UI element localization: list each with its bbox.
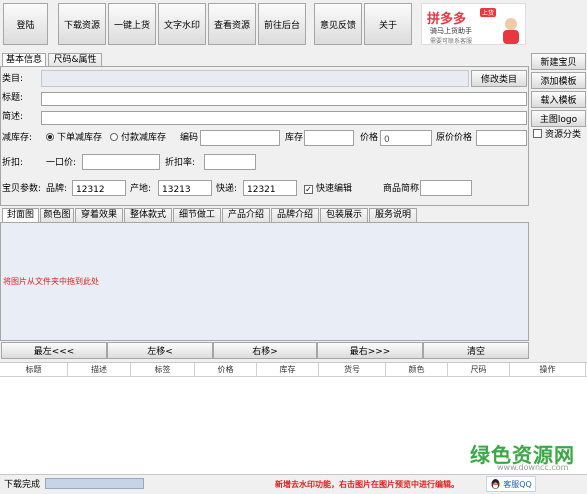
- column-header[interactable]: 描述: [68, 363, 131, 377]
- image-tab-5[interactable]: 产品介绍: [222, 208, 270, 222]
- customer-service-qq-button[interactable]: 客服QQ: [486, 476, 536, 492]
- status-text: 下载完成: [4, 480, 41, 490]
- column-header[interactable]: 标题: [0, 363, 68, 377]
- ad-figure-icon: [503, 18, 519, 44]
- product-short-name-input[interactable]: [420, 180, 472, 196]
- column-header[interactable]: 操作: [510, 363, 586, 377]
- status-progress-bar: [45, 478, 144, 489]
- column-header[interactable]: 尺码: [448, 363, 510, 377]
- stock-mode-label: 减库存:: [2, 133, 33, 143]
- ad-banner[interactable]: 拼多多 上货 骑马上货助手 需要可联系客服: [421, 3, 526, 45]
- qq-penguin-icon: [491, 479, 500, 489]
- inventory-input[interactable]: [304, 130, 354, 146]
- checkbox-unchecked-icon: [533, 129, 542, 138]
- image-drop-area[interactable]: 将图片从文件夹中拖到此处: [0, 222, 529, 341]
- login-button[interactable]: 登陆: [3, 3, 48, 45]
- column-header[interactable]: 价格: [195, 363, 257, 377]
- price-input[interactable]: 0: [380, 130, 432, 146]
- fixed-price-label: 一口价:: [46, 158, 77, 168]
- code-input[interactable]: [200, 130, 280, 146]
- main-image-logo-button[interactable]: 主图logo: [531, 110, 586, 127]
- one-click-upload-button[interactable]: 一键上货: [108, 3, 156, 45]
- discount-rate-input[interactable]: [204, 154, 256, 170]
- express-label: 快递:: [216, 184, 238, 194]
- image-tab-0[interactable]: 封面图: [2, 208, 39, 222]
- move-far-left-button[interactable]: 最左<<<: [1, 342, 107, 359]
- pdd-logo-text: 拼多多: [427, 12, 467, 27]
- move-left-button[interactable]: 左移<: [107, 342, 213, 359]
- image-tab-1[interactable]: 颜色图: [40, 208, 74, 222]
- watermark-url-text: www.downcc.com: [497, 463, 569, 472]
- description-label: 简述:: [2, 112, 24, 122]
- original-price-input[interactable]: [476, 130, 527, 146]
- discount-label: 折扣:: [2, 158, 24, 168]
- quick-edit-checkbox[interactable]: ✓ 快速编辑: [304, 182, 352, 196]
- ad-line1: 骑马上货助手: [430, 27, 472, 35]
- origin-label: 产地:: [130, 184, 152, 194]
- status-notice: 新增去水印功能，右击图片在图片预览中进行编辑。: [275, 480, 459, 489]
- item-params-label: 宝贝参数:: [2, 184, 42, 194]
- text-watermark-button[interactable]: 文字水印: [158, 3, 206, 45]
- load-template-button[interactable]: 载入模板: [531, 91, 586, 108]
- stock-option-on-payment[interactable]: 付款减库存: [110, 131, 166, 145]
- express-input[interactable]: 12321: [243, 180, 297, 196]
- drop-hint-text: 将图片从文件夹中拖到此处: [3, 277, 99, 286]
- tab-size-attributes[interactable]: 尺码&属性: [48, 53, 102, 67]
- move-right-button[interactable]: 右移>: [213, 342, 317, 359]
- brand-label: 品牌:: [46, 184, 68, 194]
- image-tab-6[interactable]: 品牌介绍: [271, 208, 319, 222]
- code-label: 编码: [180, 133, 199, 143]
- description-input[interactable]: [41, 111, 527, 125]
- column-header[interactable]: 颜色: [386, 363, 448, 377]
- table-header-row: 标题 描述 标签 价格 库存 货号 颜色 尺码 操作: [0, 363, 587, 377]
- column-header[interactable]: 库存: [257, 363, 319, 377]
- category-label: 类目:: [2, 74, 24, 84]
- discount-rate-label: 折扣率:: [165, 158, 196, 168]
- tab-basic-info[interactable]: 基本信息: [2, 53, 46, 67]
- image-tab-8[interactable]: 服务说明: [369, 208, 417, 222]
- title-label: 标题:: [2, 93, 24, 103]
- title-input[interactable]: [41, 92, 527, 106]
- image-tab-7[interactable]: 包装展示: [320, 208, 368, 222]
- about-button[interactable]: 关于: [364, 3, 412, 45]
- ad-badge: 上货: [480, 8, 497, 17]
- qq-label: 客服QQ: [503, 479, 532, 489]
- clear-button[interactable]: 清空: [423, 342, 529, 359]
- price-label: 价格: [360, 133, 379, 143]
- modify-category-button[interactable]: 修改类目: [471, 70, 527, 87]
- goto-backend-button[interactable]: 前往后台: [258, 3, 306, 45]
- column-header[interactable]: 货号: [319, 363, 386, 377]
- inventory-label: 库存: [285, 133, 304, 143]
- add-template-button[interactable]: 添加模板: [531, 72, 586, 89]
- feedback-button[interactable]: 意见反馈: [314, 3, 362, 45]
- product-short-name-label: 商品简称: [383, 184, 420, 194]
- checkbox-checked-icon: ✓: [304, 185, 313, 194]
- radio-unchecked-icon: [110, 133, 118, 141]
- fixed-price-input[interactable]: [82, 154, 160, 170]
- move-far-right-button[interactable]: 最右>>>: [317, 342, 423, 359]
- original-price-label: 原价价格: [436, 133, 473, 143]
- origin-input[interactable]: 13213: [158, 180, 212, 196]
- new-item-button[interactable]: 新建宝贝: [531, 53, 586, 70]
- radio-checked-icon: [46, 133, 54, 141]
- items-table: 标题 描述 标签 价格 库存 货号 颜色 尺码 操作 绿色资源网 www.downcc.com: [0, 362, 587, 474]
- column-header[interactable]: 标签: [131, 363, 195, 377]
- resource-category-checkbox[interactable]: 资源分类: [533, 128, 581, 142]
- stock-option-on-order[interactable]: 下单减库存: [46, 131, 102, 145]
- image-tab-3[interactable]: 整体款式: [124, 208, 172, 222]
- view-resources-button[interactable]: 查看资源: [208, 3, 256, 45]
- brand-input[interactable]: 12312: [72, 180, 126, 196]
- download-resources-button[interactable]: 下载资源: [58, 3, 106, 45]
- category-field[interactable]: [41, 70, 469, 87]
- image-tab-2[interactable]: 穿着效果: [75, 208, 123, 222]
- ad-line2: 需要可联系客服: [430, 38, 473, 45]
- image-tab-4[interactable]: 细节做工: [173, 208, 221, 222]
